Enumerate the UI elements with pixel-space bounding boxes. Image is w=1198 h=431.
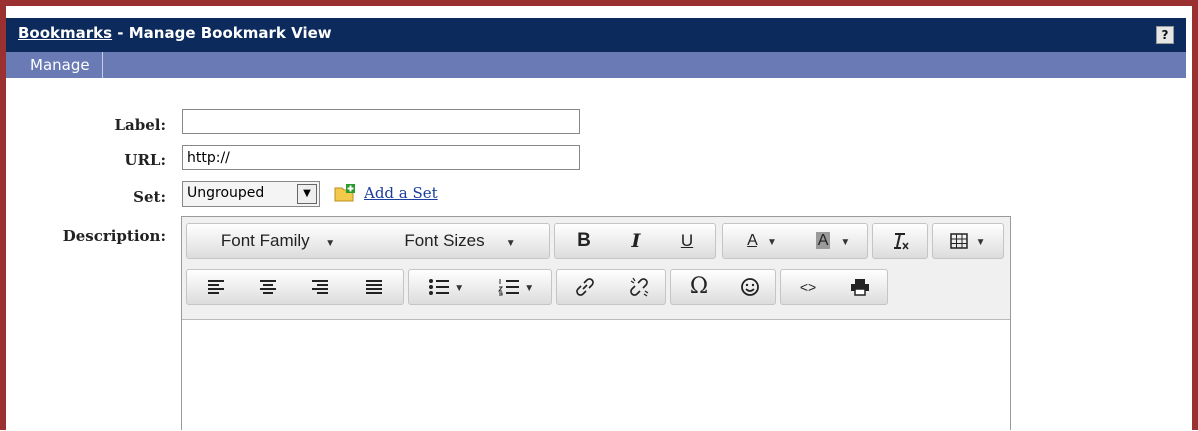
help-icon[interactable]: ? (1156, 26, 1174, 44)
editor-content-area[interactable] (182, 320, 1010, 431)
url-field-label: URL: (124, 151, 166, 169)
caret-down-icon: ▼ (834, 237, 851, 248)
special-character-button[interactable]: Ω (673, 270, 725, 304)
align-left-button[interactable] (191, 270, 241, 304)
bullet-list-button[interactable]: ▼ (411, 270, 481, 304)
align-right-button[interactable] (295, 270, 345, 304)
underline-button[interactable]: U (661, 224, 713, 258)
caret-down-icon: ▼ (489, 238, 516, 249)
link-group (556, 269, 666, 305)
smiley-icon (741, 277, 759, 296)
align-right-icon (312, 279, 328, 294)
color-group: A ▼ A ▼ (722, 223, 868, 259)
font-sizes-label: Font Sizes (404, 231, 485, 250)
set-select[interactable]: Ungrouped ▼ (182, 181, 320, 207)
font-family-label: Font Family (220, 231, 310, 250)
justify-icon (366, 279, 382, 294)
table-button[interactable]: ▼ (933, 224, 1003, 258)
table-group: ▼ (932, 223, 1004, 259)
background-color-button[interactable]: A ▼ (799, 224, 867, 258)
font-sizes-dropdown[interactable]: Font Sizes ▼ (369, 224, 551, 258)
print-icon (851, 278, 869, 296)
set-select-value: Ungrouped (187, 185, 265, 201)
font-group: Font Family ▼ Font Sizes ▼ (186, 223, 550, 259)
description-field-label: Description: (62, 227, 166, 245)
align-center-icon (260, 279, 276, 294)
insert-group: Ω (670, 269, 776, 305)
description-editor: Font Family ▼ Font Sizes ▼ B I U A ▼ A ▼ (181, 216, 1011, 431)
italic-button[interactable]: I (611, 224, 661, 258)
page-title: Bookmarks - Manage Bookmark View (18, 24, 332, 42)
caret-down-icon: ▼ (314, 238, 336, 249)
unlink-button[interactable] (613, 270, 665, 304)
label-input[interactable] (182, 109, 580, 134)
table-icon (950, 233, 969, 249)
chevron-down-icon[interactable]: ▼ (297, 184, 317, 204)
set-field-label: Set: (133, 188, 166, 206)
bold-button[interactable]: B (559, 224, 609, 258)
label-field-label: Label: (114, 116, 166, 134)
align-center-button[interactable] (243, 270, 293, 304)
caret-down-icon: ▼ (454, 283, 465, 294)
background-color-icon: A (815, 232, 831, 249)
insert-link-button[interactable] (559, 270, 611, 304)
page-title-text: - Manage Bookmark View (112, 24, 332, 42)
clear-formatting-icon (894, 232, 909, 250)
caret-down-icon: ▼ (761, 237, 777, 248)
emoticons-button[interactable] (725, 270, 775, 304)
print-button[interactable] (835, 270, 885, 304)
source-code-button[interactable]: <> (783, 270, 833, 304)
numbered-list-icon (497, 278, 519, 296)
text-color-icon: A (747, 232, 757, 249)
misc-group: <> (780, 269, 888, 305)
bookmarks-link[interactable]: Bookmarks (18, 24, 112, 42)
font-family-dropdown[interactable]: Font Family ▼ (187, 224, 369, 258)
bullet-list-icon (428, 278, 449, 295)
align-group (186, 269, 404, 305)
folder-add-icon[interactable] (334, 184, 356, 202)
text-color-button[interactable]: A ▼ (727, 224, 797, 258)
tab-manage[interactable]: Manage (6, 52, 103, 78)
justify-button[interactable] (347, 270, 401, 304)
tab-bar: Manage (6, 52, 1186, 78)
align-left-icon (208, 279, 224, 294)
add-set-link[interactable]: Add a Set (364, 184, 438, 202)
caret-down-icon: ▼ (524, 283, 535, 294)
caret-down-icon: ▼ (972, 237, 986, 248)
list-group: ▼ ▼ (408, 269, 552, 305)
numbered-list-button[interactable]: ▼ (481, 270, 551, 304)
link-icon (576, 277, 594, 296)
clear-formatting-button[interactable] (873, 224, 927, 258)
clear-format-group (872, 223, 928, 259)
title-bar: Bookmarks - Manage Bookmark View ? (6, 18, 1186, 52)
editor-toolbar: Font Family ▼ Font Sizes ▼ B I U A ▼ A ▼ (182, 217, 1010, 320)
format-group: B I U (554, 223, 716, 259)
unlink-icon (630, 277, 649, 297)
url-input[interactable] (182, 145, 580, 170)
